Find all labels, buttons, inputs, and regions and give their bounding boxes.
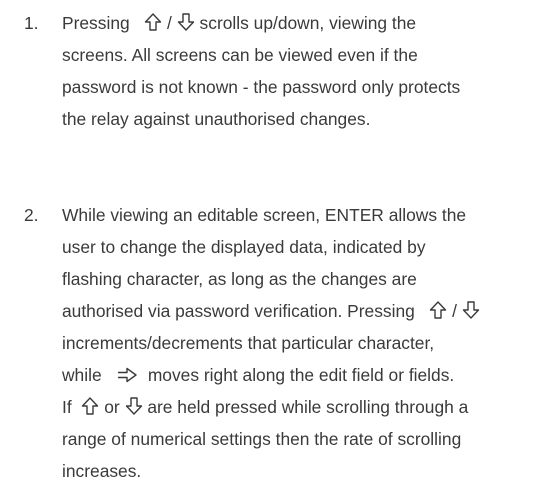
text-segment: Pressing — [62, 13, 130, 33]
text-line: range of numerical settings then the rat… — [62, 429, 462, 449]
text-line: While viewing an editable screen, ENTER … — [62, 205, 467, 225]
text-segment: scrolls up/down, viewing the — [199, 13, 417, 33]
text-segment: or — [104, 397, 120, 417]
text-segment: while — [62, 365, 102, 385]
down-arrow-icon — [125, 396, 143, 416]
text-segment: are held pressed while scrolling through… — [147, 397, 469, 417]
text-line: password is not known - the password onl… — [62, 77, 461, 97]
text-line: If or are held pressed while scrolling t… — [62, 391, 468, 423]
text-line: while moves right along the edit field o… — [62, 359, 454, 391]
text-segment: authorised via password verification. Pr… — [62, 301, 415, 321]
text-line: increments/decrements that particular ch… — [62, 333, 435, 353]
text-line: screens. All screens can be viewed even … — [62, 45, 418, 65]
up-arrow-icon — [429, 300, 447, 320]
up-arrow-icon — [144, 12, 162, 32]
down-arrow-icon — [462, 300, 480, 320]
separator-text: / — [167, 13, 172, 33]
up-arrow-icon — [81, 396, 99, 416]
text-segment: If — [62, 397, 72, 417]
text-segment: moves right along the edit field or fiel… — [147, 365, 455, 385]
separator-text: / — [452, 301, 458, 321]
text-line: authorised via password verification. Pr… — [62, 295, 480, 327]
text-line: user to change the displayed data, indic… — [62, 237, 426, 257]
down-arrow-icon — [177, 12, 195, 32]
text-line: increases. — [62, 461, 142, 481]
instruction-document: 1. Pressing / scrolls up/down, viewing t… — [0, 0, 550, 482]
text-line: Pressing / scrolls up/down, viewing the — [62, 7, 416, 39]
text-line: flashing character, as long as the chang… — [62, 269, 417, 289]
list-item-number: 2. — [24, 205, 39, 225]
right-arrow-icon — [116, 367, 138, 383]
text-line: the relay against unauthorised changes. — [62, 109, 371, 129]
list-item-number: 1. — [24, 13, 39, 33]
